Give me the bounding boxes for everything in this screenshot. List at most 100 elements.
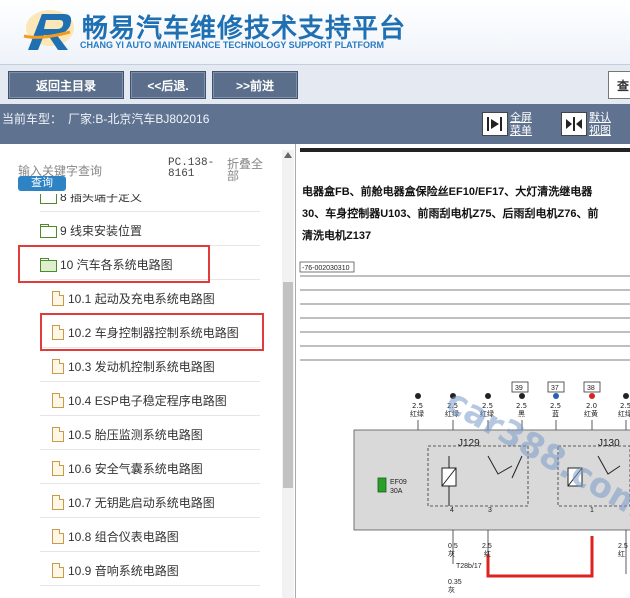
folder-icon (40, 194, 57, 204)
document-icon (52, 358, 64, 374)
tree-node-label: 10.8 组合仪表电路图 (68, 529, 179, 544)
back-button[interactable]: <<后退. (130, 71, 206, 99)
wire-7-size: 2.5 (620, 402, 630, 410)
highlight-box (18, 245, 210, 283)
default-label-2: 视图 (589, 125, 611, 137)
tree-node[interactable]: 10.9 音响系统电路图 (52, 558, 179, 582)
current-model-label: 当前车型： (2, 112, 63, 126)
tree-separator (40, 415, 260, 416)
model-info-bar: 当前车型： 厂家:B-北京汽车BJ802016 (0, 104, 630, 144)
lower-wire-a-color: 灰 (448, 585, 455, 594)
fullscreen-label-1: 全屏 (510, 112, 532, 124)
wire-5-size: 2.5 (550, 402, 561, 410)
fuse-ef09-icon (377, 477, 387, 493)
default-label-1: 默认 (589, 112, 611, 124)
pin-38: 38 (587, 385, 595, 392)
relay-j130-label: J130 (598, 438, 620, 449)
tree-node-label: 9 线束安装位置 (60, 223, 143, 238)
document-icon (52, 528, 64, 544)
lower-wire-labels: 0.5 灰 2.5 红 2.5 红 T28b/17 0.35 灰 (448, 543, 628, 594)
home-button[interactable]: 返回主目录 (8, 71, 124, 99)
scroll-thumb[interactable] (283, 282, 293, 488)
fuse-rating: 30A (390, 488, 403, 495)
fullscreen-menu-button[interactable] (482, 112, 508, 136)
wire-7-color: 红绿 (618, 409, 630, 418)
default-view-button[interactable] (561, 112, 587, 136)
query-button[interactable]: 查 (608, 71, 630, 99)
cy-logo-icon (23, 10, 74, 50)
tree-separator (40, 585, 260, 586)
tree-node[interactable]: 10.3 发动机控制系统电路图 (52, 354, 215, 378)
toolbar: 返回主目录 <<后退. >>前进 查 (0, 64, 630, 104)
tree-node[interactable]: 8 插头端子定义 (40, 194, 142, 208)
tree-node[interactable]: 10.4 ESP电子稳定程序电路图 (52, 388, 227, 412)
bottom-pin-c: 1 (590, 507, 594, 514)
tree-node-label: 10.5 胎压监测系统电路图 (68, 427, 203, 442)
relay-j129-label: J129 (458, 438, 480, 449)
tree-node[interactable]: 10.6 安全气囊系统电路图 (52, 456, 203, 480)
tree-separator (40, 551, 260, 552)
tree-node[interactable]: 9 线束安装位置 (40, 218, 142, 242)
lower-wire-a-size: 0.35 (448, 579, 462, 586)
tree-node[interactable]: 10.8 组合仪表电路图 (52, 524, 179, 548)
bottom-pin-b: 3 (488, 507, 492, 514)
bus-lines (300, 275, 630, 361)
lower-wire-1-color: 灰 (448, 549, 455, 558)
fullscreen-label-2: 菜单 (510, 125, 532, 137)
search-button[interactable]: 查询 (18, 176, 66, 191)
tree-node-label: 10.6 安全气囊系统电路图 (68, 461, 203, 476)
scroll-up-arrow-icon[interactable] (284, 152, 292, 158)
folder-icon (40, 224, 57, 238)
tree-node-label: 10.1 起动及充电系统电路图 (68, 291, 215, 306)
wire-4-size: 2.5 (516, 402, 527, 410)
pin-37: 37 (551, 385, 559, 392)
wiring-diagram: -76-002030310 39 37 38 2.5 红绿 2.5 红绿 2.5… (299, 261, 630, 594)
tree-node-label: 10.7 无钥匙启动系统电路图 (68, 495, 215, 510)
wire-6-size: 2.0 (586, 402, 597, 410)
collapse-label-2: 部 (227, 169, 240, 183)
app-subtitle: CHANG YI AUTO MAINTENANCE TECHNOLOGY SUP… (80, 40, 385, 50)
wire-1-size: 2.5 (412, 402, 423, 410)
default-view-link[interactable]: 默认 视图 (589, 112, 611, 138)
connector-t28b: T28b/17 (456, 563, 482, 570)
tree-node[interactable]: 10.5 胎压监测系统电路图 (52, 422, 203, 446)
highlighted-red-wire (486, 536, 594, 578)
lower-wire-1-size: 0.5 (448, 543, 458, 550)
connector-dots (415, 393, 629, 399)
document-icon (52, 392, 64, 408)
tree-node[interactable]: 10.1 起动及充电系统电路图 (52, 286, 215, 310)
fullscreen-icon (487, 117, 502, 131)
lower-wire-3-color: 红 (618, 549, 625, 558)
lower-wire-3-size: 2.5 (618, 543, 628, 550)
tree-separator (40, 449, 260, 450)
fuse-name: EF09 (390, 479, 407, 486)
tree-separator (40, 381, 260, 382)
pin-boxes: 39 37 38 (511, 381, 601, 393)
catalog-tree: 8 插头端子定义 9 线束安装位置 10 汽车各系统电路图 10.1 起动及充电系统电… (0, 194, 280, 598)
collapse-all-link[interactable]: 折叠全 部 (227, 158, 267, 182)
tree-node-label: 10.3 发动机控制系统电路图 (68, 359, 215, 374)
document-icon (52, 562, 64, 578)
fullscreen-menu-link[interactable]: 全屏 菜单 (510, 112, 532, 138)
forward-button[interactable]: >>前进 (212, 71, 298, 99)
diagram-panel: 电器盒FB、前舱电器盒保险丝EF10/EF17、大灯清洗继电器 30、车身控制器… (298, 144, 630, 598)
wire-6-color: 红黄 (584, 409, 598, 418)
tree-node-label: 8 插头端子定义 (60, 194, 143, 204)
wire-1-color: 红绿 (410, 409, 424, 418)
default-view-icon (566, 117, 582, 131)
pin-39: 39 (515, 385, 523, 392)
highlight-box (40, 313, 264, 351)
wire-5-color: 蓝 (552, 409, 559, 418)
lower-wire-2-color: 红 (484, 549, 491, 558)
lower-wire-2-size: 2.5 (482, 543, 492, 550)
tree-separator (40, 211, 260, 212)
pc-code: PC.138- 8161 (168, 158, 214, 180)
ref-code: -76-002030310 (302, 265, 350, 272)
tree-node[interactable]: 10.7 无钥匙启动系统电路图 (52, 490, 215, 514)
document-icon (52, 460, 64, 476)
tree-node-label: 10.4 ESP电子稳定程序电路图 (68, 393, 227, 408)
current-model-value: 厂家:B-北京汽车BJ802016 (68, 112, 210, 126)
document-icon (52, 494, 64, 510)
document-icon (52, 290, 64, 306)
document-icon (52, 426, 64, 442)
